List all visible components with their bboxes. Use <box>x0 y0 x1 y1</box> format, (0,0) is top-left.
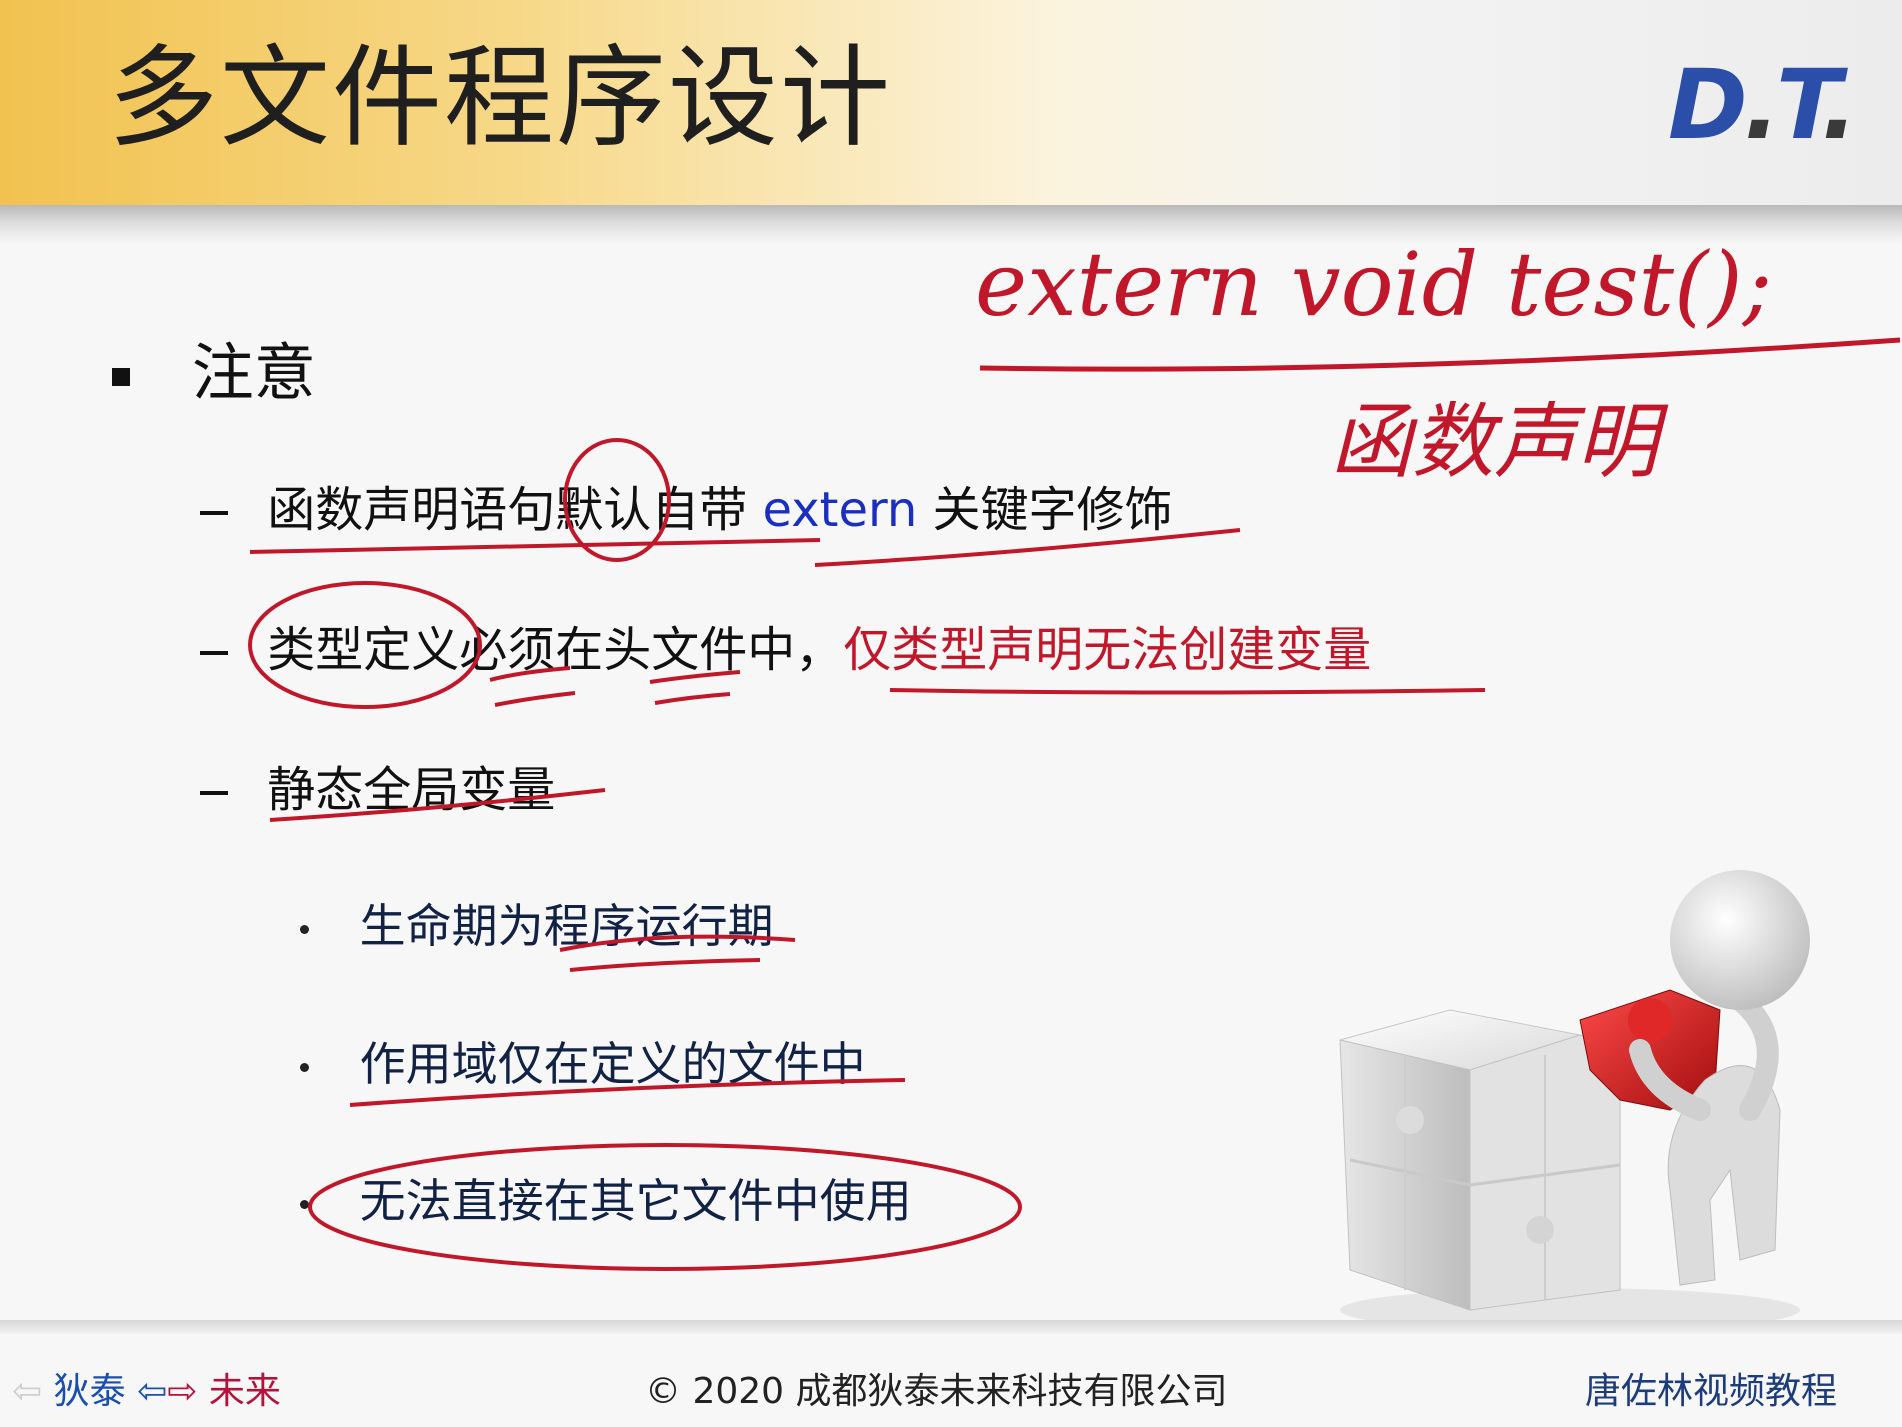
bullet-item-1: 函数声明语句默认自带 extern 关键字修饰 <box>200 470 1173 540</box>
footer-brand-a: 狄泰 <box>53 1371 126 1412</box>
bullet-level1-text: 注意 <box>191 336 316 409</box>
dot-bullet-icon <box>300 1063 309 1072</box>
footer-brand-b: 未来 <box>208 1371 281 1412</box>
extern-keyword: extern <box>762 482 918 538</box>
bullet-item-2-text-red: 仅类型声明无法创建变量 <box>843 622 1372 678</box>
handwriting-extern-void-test: extern void test(); <box>975 233 1772 336</box>
sub-item-3-text: 无法直接在其它文件中使用 <box>359 1174 912 1228</box>
footer-left: ⇦ 狄泰 ⇦⇨ 未来 <box>12 1362 281 1414</box>
footer-separator <box>0 1320 1902 1334</box>
bullet-item-1-text-a: 函数声明语句默认自带 <box>267 482 763 538</box>
logo-letter-t: T <box>1776 49 1825 161</box>
sub-item-3: 无法直接在其它文件中使用 <box>300 1165 912 1231</box>
dot-bullet-icon <box>300 1200 309 1209</box>
sub-item-1: 生命期为程序运行期 <box>300 890 774 956</box>
right-arrow-icon: ⇨ <box>167 1371 198 1412</box>
footer-right: 唐佐林视频教程 <box>1585 1371 1838 1412</box>
bullet-item-2: 类型定义必须在头文件中，仅类型声明无法创建变量 <box>200 610 1371 680</box>
dash-bullet-icon <box>200 511 228 515</box>
slide-title: 多文件程序设计 <box>108 34 892 162</box>
sub-item-2-text: 作用域仅在定义的文件中 <box>359 1037 866 1091</box>
left-right-arrow-icon: ⇦ <box>137 1371 168 1412</box>
bullet-level1: 注意 <box>112 322 316 412</box>
logo-letter-d: D <box>1668 49 1748 161</box>
dash-bullet-icon <box>200 651 228 655</box>
sub-item-1-text: 生命期为程序运行期 <box>359 899 774 953</box>
bullet-item-1-text-b: 关键字修饰 <box>917 482 1173 538</box>
logo-dot-2: . <box>1821 49 1858 161</box>
bullet-item-3: 静态全局变量 <box>200 750 555 820</box>
puzzle-figure-illustration <box>1339 870 1810 1332</box>
bullet-item-3-text: 静态全局变量 <box>267 762 556 818</box>
sub-item-2: 作用域仅在定义的文件中 <box>300 1028 866 1094</box>
handwriting-function-declaration: 函数声明 <box>1330 395 1669 490</box>
logo-dot-1: . <box>1743 49 1781 161</box>
bullet-item-2-text-a: 类型定义必须在头文件中， <box>267 622 844 678</box>
dt-logo: D.T. <box>1668 50 1878 160</box>
dot-bullet-icon <box>300 925 309 934</box>
footer-copyright: © 2020 成都狄泰未来科技有限公司 <box>645 1371 1228 1412</box>
square-bullet-icon <box>112 367 130 386</box>
left-arrow-icon: ⇦ <box>12 1371 43 1412</box>
dash-bullet-icon <box>200 791 228 795</box>
